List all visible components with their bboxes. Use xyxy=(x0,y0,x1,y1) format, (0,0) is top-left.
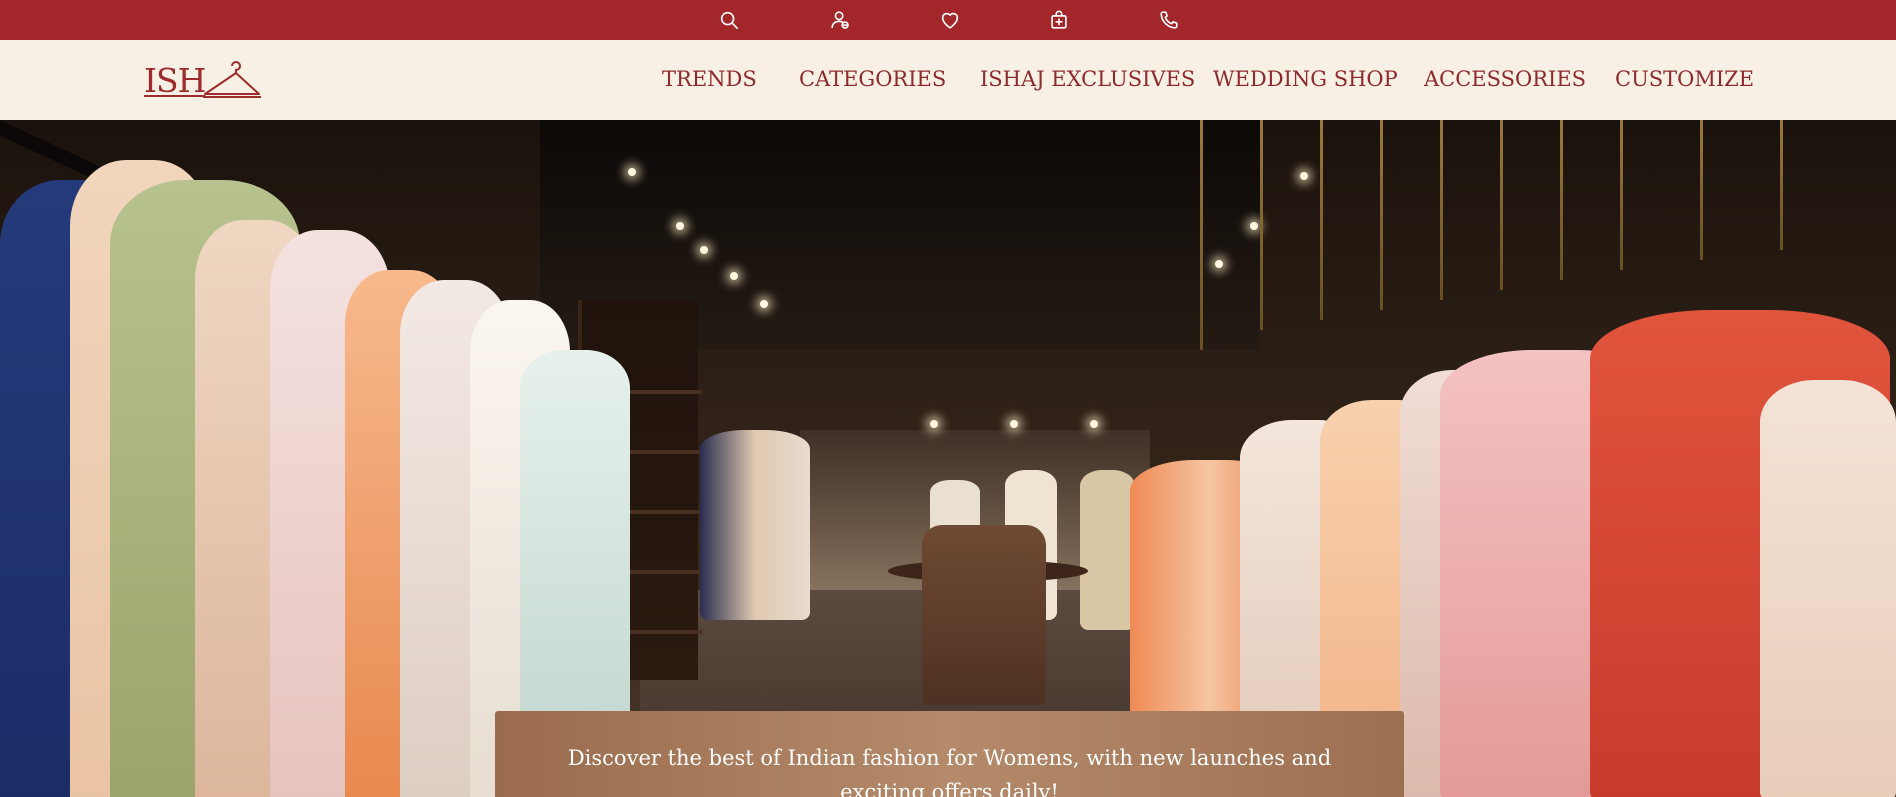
hanging-chain xyxy=(1620,120,1623,270)
phone-icon[interactable] xyxy=(1155,6,1183,34)
hanging-chain xyxy=(1380,120,1383,310)
hero-caption-card: Discover the best of Indian fashion for … xyxy=(495,711,1404,797)
hanging-chain xyxy=(1320,120,1323,320)
nav-wedding-shop[interactable]: WEDDING SHOP xyxy=(1213,67,1398,91)
logo-text: ISH xyxy=(144,60,206,100)
top-utility-bar xyxy=(0,0,1896,40)
ceiling-light xyxy=(628,168,636,176)
garment xyxy=(1760,380,1896,797)
ceiling-light xyxy=(1215,260,1223,268)
hanging-chain xyxy=(1700,120,1703,260)
hero-banner-image: Discover the best of Indian fashion for … xyxy=(0,120,1896,797)
logo[interactable]: ISH xyxy=(144,56,264,104)
ceiling-light xyxy=(730,272,738,280)
hanging-chain xyxy=(1560,120,1563,280)
ceiling-light xyxy=(676,222,684,230)
main-navbar: ISH TRENDS CATEGORIES ISHAJ EXCLUSIVES W… xyxy=(0,40,1896,120)
nav-ishaj-exclusives[interactable]: ISHAJ EXCLUSIVES xyxy=(980,67,1195,91)
wishlist-icon[interactable] xyxy=(936,6,964,34)
nav-customize[interactable]: CUSTOMIZE xyxy=(1615,67,1754,91)
hanging-chain xyxy=(1200,120,1203,350)
bag-icon[interactable] xyxy=(1045,6,1073,34)
hero-caption-text: Discover the best of Indian fashion for … xyxy=(567,746,1332,797)
hanging-chain xyxy=(1500,120,1503,290)
account-icon[interactable] xyxy=(826,6,854,34)
garment xyxy=(1080,470,1135,630)
hanging-chain xyxy=(1780,120,1783,250)
search-icon[interactable] xyxy=(715,6,743,34)
nav-categories[interactable]: CATEGORIES xyxy=(799,67,946,91)
chair xyxy=(922,525,1046,705)
ceiling-light xyxy=(1250,222,1258,230)
hanger-icon xyxy=(203,61,262,98)
ceiling-light xyxy=(700,246,708,254)
garment xyxy=(700,430,810,620)
hanging-chain xyxy=(1440,120,1443,300)
ceiling-light xyxy=(1010,420,1018,428)
ceiling-light xyxy=(930,420,938,428)
ceiling-light xyxy=(1090,420,1098,428)
garment xyxy=(520,350,630,730)
ceiling-light xyxy=(760,300,768,308)
nav-trends[interactable]: TRENDS xyxy=(662,67,757,91)
ceiling-light xyxy=(1300,172,1308,180)
nav-accessories[interactable]: ACCESSORIES xyxy=(1424,67,1586,91)
hanging-chain xyxy=(1260,120,1263,330)
